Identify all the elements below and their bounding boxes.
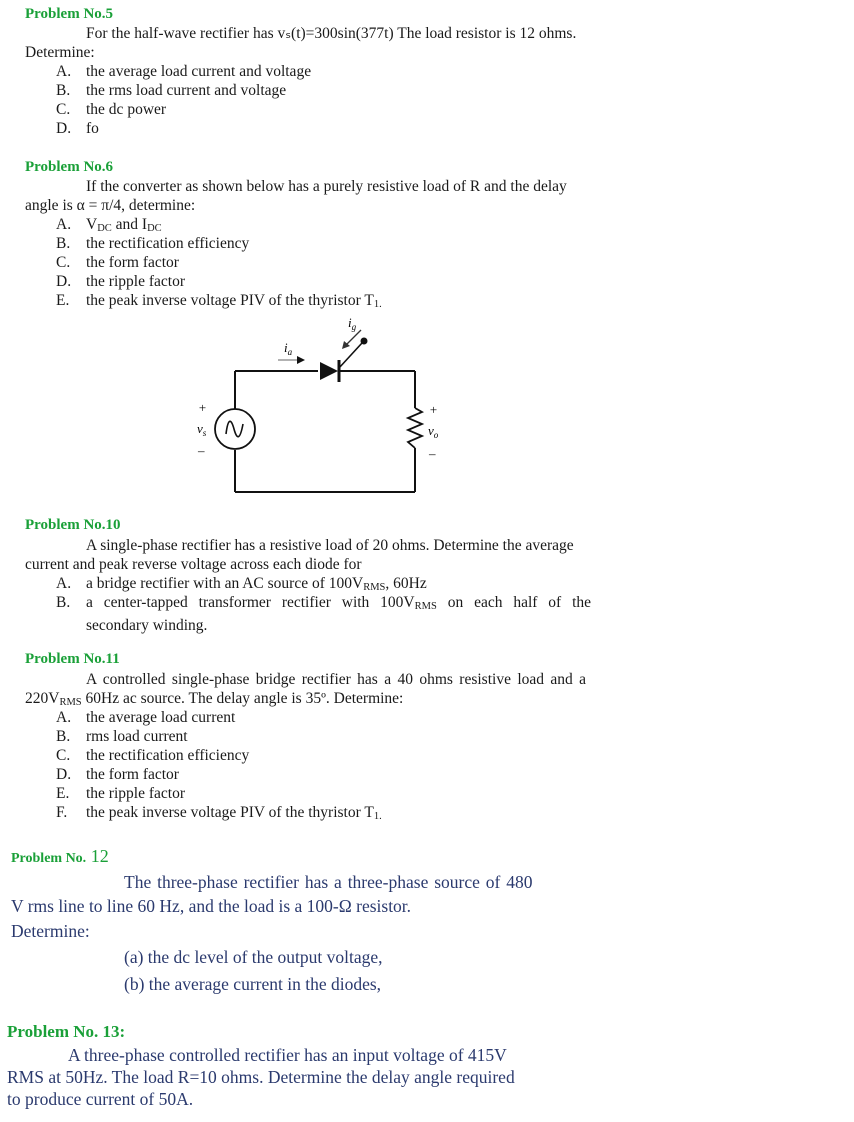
item-text: the ripple factor xyxy=(86,273,185,290)
output-plus-sign: + xyxy=(429,402,438,417)
problem-5-item-d: D. fo xyxy=(56,119,99,138)
ac-source-icon xyxy=(214,408,256,450)
item-label: E. xyxy=(56,785,70,802)
problem-11-intro-line-1: A controlled single-phase bridge rectifi… xyxy=(86,671,587,688)
title-number: 12 xyxy=(86,846,109,866)
subscript: RMS xyxy=(363,582,386,593)
item-text: V xyxy=(86,216,98,233)
subscript: DC xyxy=(147,223,162,234)
item-label: A. xyxy=(56,63,72,80)
resistor-icon xyxy=(405,407,425,449)
item-label: C. xyxy=(56,747,71,764)
item-label: B. xyxy=(56,728,71,745)
item-text: the form factor xyxy=(86,766,179,783)
problem-12-intro-line-2: V rms line to line 60 Hz, and the load i… xyxy=(11,896,412,916)
output-voltage-label: vo xyxy=(428,423,439,440)
item-text: the dc power xyxy=(86,101,167,118)
item-label: F. xyxy=(56,804,68,821)
subscript: 1. xyxy=(373,811,382,822)
item-text: the rms load current and voltage xyxy=(86,82,287,99)
item-text: the average load current xyxy=(86,709,236,726)
subscript: RMS xyxy=(414,601,437,612)
problem-10-intro-line-2: current and peak reverse voltage across … xyxy=(25,556,362,573)
item-text: the ripple factor xyxy=(86,785,185,802)
title-prefix: Problem No. xyxy=(11,851,87,866)
intro-text: 60Hz ac source. The delay angle is 35º. … xyxy=(81,690,404,707)
problem-11-item-a: A. the average load current xyxy=(56,708,235,727)
problem-10-item-b: B. a center-tapped transformer rectifier … xyxy=(56,593,613,635)
source-voltage-label: vs xyxy=(197,421,207,438)
item-label: E. xyxy=(56,292,70,309)
problem-10-title: Problem No.10 xyxy=(25,517,121,533)
problem-13-title: Problem No. 13: xyxy=(7,1022,126,1041)
item-label: C. xyxy=(56,254,71,271)
anode-current-label: ia xyxy=(284,340,293,357)
problem-11-item-d: D. the form factor xyxy=(56,765,179,784)
problem-11-item-b: B. rms load current xyxy=(56,727,188,746)
item-text: rms load current xyxy=(86,728,188,745)
item-text: fo xyxy=(86,120,99,137)
problem-6-item-b: B. the rectification efficiency xyxy=(56,234,249,253)
item-text: and I xyxy=(111,216,148,233)
item-label: D. xyxy=(56,766,72,783)
problem-10-intro-line-1: A single-phase rectifier has a resistive… xyxy=(86,537,574,554)
source-minus-sign: – xyxy=(197,443,205,458)
item-text: the rectification efficiency xyxy=(86,747,250,764)
problem-13-line-3: to produce current of 50A. xyxy=(7,1089,194,1109)
item-label: B. xyxy=(56,594,71,611)
item-text: on each half of the xyxy=(436,594,592,611)
subscript: DC xyxy=(97,223,112,234)
problem-5-item-c: C. the dc power xyxy=(56,100,166,119)
problem-5-item-b: B. the rms load current and voltage xyxy=(56,81,286,100)
item-label: C. xyxy=(56,101,71,118)
problem-12-item-a: (a) the dc level of the output voltage, xyxy=(124,947,383,967)
item-text: a center-tapped transformer rectifier wi… xyxy=(86,594,415,611)
problem-11-item-e: E. the ripple factor xyxy=(56,784,185,803)
problem-5-title: Problem No.5 xyxy=(25,6,114,22)
problem-6-title: Problem No.6 xyxy=(25,159,114,175)
item-label: D. xyxy=(56,273,72,290)
item-text: the average load current and voltage xyxy=(86,63,312,80)
item-text: the form factor xyxy=(86,254,179,271)
item-continuation: secondary winding. xyxy=(86,617,208,634)
source-plus-sign: + xyxy=(198,400,207,415)
item-text: , 60Hz xyxy=(385,575,427,592)
problem-11-item-c: C. the rectification efficiency xyxy=(56,746,249,765)
gate-current-label: ig xyxy=(348,315,357,332)
thyristor-circuit-diagram: ia ig + vs – + vo – xyxy=(197,315,439,493)
problem-6-item-c: C. the form factor xyxy=(56,253,179,272)
problem-13-line-2: RMS at 50Hz. The load R=10 ohms. Determi… xyxy=(7,1067,515,1087)
output-minus-sign: – xyxy=(428,446,436,461)
item-label: A. xyxy=(56,709,72,726)
problem-6-item-d: D. the ripple factor xyxy=(56,272,185,291)
item-label: D. xyxy=(56,120,72,137)
problem-12-item-b: (b) the average current in the diodes, xyxy=(124,974,382,994)
subscript: 1. xyxy=(373,299,382,310)
problem-5-intro-line-1: For the half-wave rectifier has vₛ(t)=30… xyxy=(86,25,577,42)
item-text: the peak inverse voltage PIV of the thyr… xyxy=(86,292,374,309)
problem-12-intro-line-1: The three-phase rectifier has a three-ph… xyxy=(124,872,533,892)
problem-5-item-a: A. the average load current and voltage xyxy=(56,62,311,81)
item-text: a bridge rectifier with an AC source of … xyxy=(86,575,364,592)
problem-6-intro-line-2: angle is α = π/4, determine: xyxy=(25,197,196,214)
item-text: the peak inverse voltage PIV of the thyr… xyxy=(86,804,374,821)
problem-11-item-f: F. the peak inverse voltage PIV of the th… xyxy=(56,803,382,826)
item-text-line: a center-tapped transformer rectifier wi… xyxy=(86,593,613,616)
subscript: RMS xyxy=(59,697,82,708)
intro-text: 220V xyxy=(25,690,60,707)
problem-5-intro-line-2: Determine: xyxy=(25,44,95,61)
problem-13-line-1: A three-phase controlled rectifier has a… xyxy=(68,1045,507,1065)
item-label: B. xyxy=(56,235,71,252)
item-label: B. xyxy=(56,82,71,99)
item-label: A. xyxy=(56,216,72,233)
problem-6-intro-line-1: If the converter as shown below has a pu… xyxy=(86,178,567,195)
problem-11-title: Problem No.11 xyxy=(25,651,120,667)
problem-12-intro-line-3: Determine: xyxy=(11,921,90,941)
problem-12-title: Problem No. 12 xyxy=(11,846,109,867)
item-text: the rectification efficiency xyxy=(86,235,250,252)
item-label: A. xyxy=(56,575,72,592)
anode-current-arrow-icon xyxy=(278,356,305,364)
